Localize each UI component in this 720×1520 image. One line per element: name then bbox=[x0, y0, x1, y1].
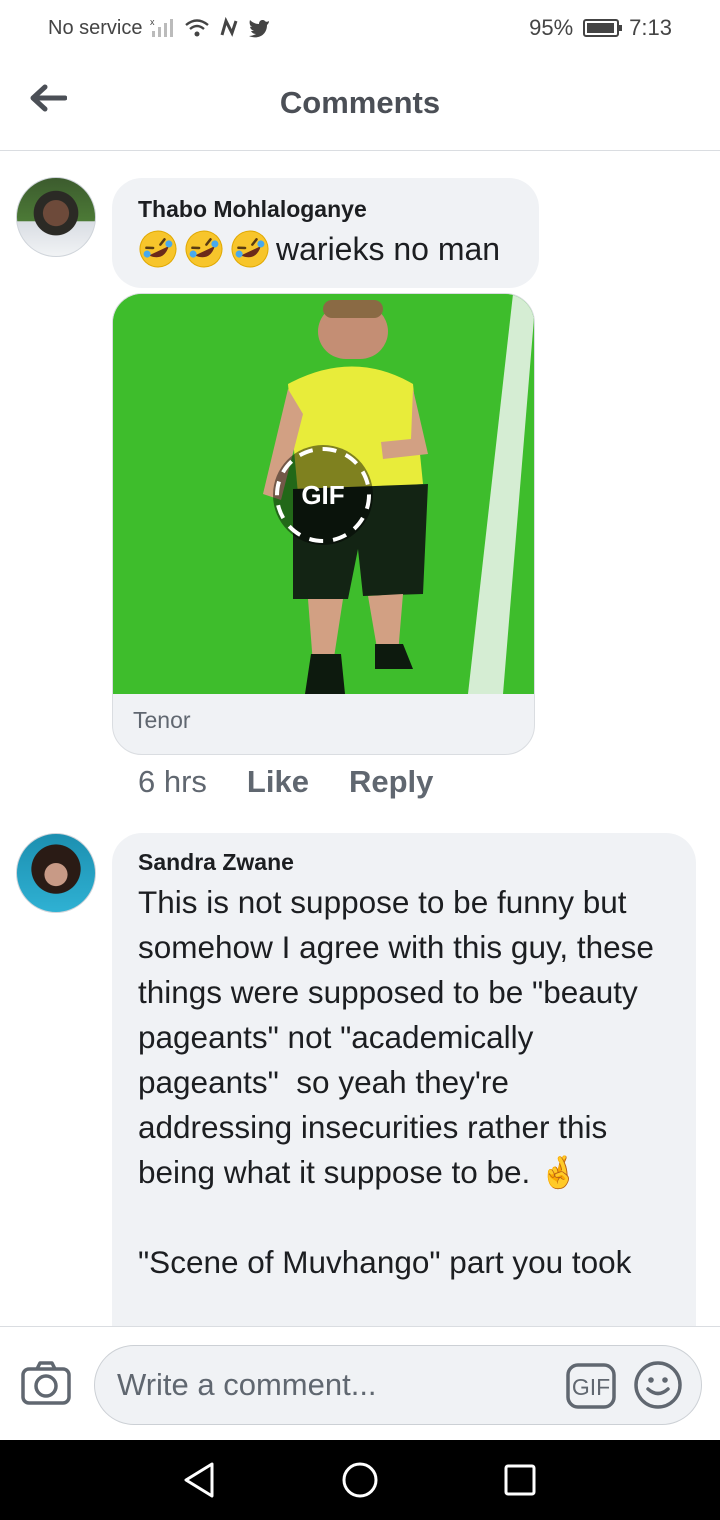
status-right: 95% 7:13 bbox=[529, 15, 672, 41]
back-button[interactable] bbox=[28, 78, 68, 118]
comment-text: warieks no man bbox=[276, 230, 501, 267]
comment-author[interactable]: Thabo Mohlaloganye bbox=[138, 196, 513, 223]
arrow-left-icon bbox=[30, 84, 67, 112]
nav-recents-button[interactable] bbox=[498, 1458, 542, 1502]
nav-back-button[interactable] bbox=[178, 1458, 222, 1502]
clock: 7:13 bbox=[629, 15, 672, 40]
gif-source[interactable]: Tenor bbox=[133, 707, 191, 734]
comment-input-placeholder: Write a comment... bbox=[117, 1367, 377, 1402]
comment-time[interactable]: 6 hrs bbox=[138, 764, 207, 800]
gif-play-badge[interactable]: GIF bbox=[273, 445, 373, 545]
comment-input[interactable]: Write a comment... GIF bbox=[94, 1345, 702, 1425]
emoji-button[interactable] bbox=[633, 1360, 683, 1410]
nav-home-button[interactable] bbox=[338, 1458, 382, 1502]
svg-text:x: x bbox=[150, 17, 155, 27]
comment-actions: 6 hrs Like Reply bbox=[138, 764, 433, 800]
battery-fill bbox=[587, 23, 614, 33]
reply-button[interactable]: Reply bbox=[349, 764, 433, 800]
laughing-emoji-icon bbox=[185, 230, 223, 268]
carrier-text: No service bbox=[48, 16, 143, 39]
avatar[interactable] bbox=[16, 177, 96, 257]
wifi-icon bbox=[185, 19, 210, 37]
gif-button-label: GIF bbox=[572, 1374, 610, 1400]
gif-icon: GIF bbox=[566, 1363, 616, 1409]
gif-image[interactable]: GIF bbox=[113, 294, 534, 694]
triangle-back-icon bbox=[184, 1462, 214, 1498]
status-left: No service x bbox=[48, 17, 270, 40]
battery-percent: 95% bbox=[529, 15, 574, 40]
laughing-emoji-icon bbox=[231, 230, 269, 268]
page-title: Comments bbox=[279, 85, 441, 120]
avatar[interactable] bbox=[16, 833, 96, 913]
like-button[interactable]: Like bbox=[247, 764, 309, 800]
battery-icon bbox=[583, 19, 623, 37]
comment-composer: Write a comment... GIF bbox=[0, 1326, 720, 1440]
camera-button[interactable] bbox=[20, 1358, 72, 1410]
camera-icon bbox=[21, 1361, 71, 1405]
smiley-icon bbox=[634, 1361, 682, 1409]
gif-button[interactable]: GIF bbox=[565, 1362, 617, 1410]
twitter-icon bbox=[249, 20, 270, 38]
square-recents-icon bbox=[504, 1464, 536, 1496]
signal-icon: x bbox=[150, 17, 174, 37]
status-bar: No service x 95% 7:13 bbox=[0, 0, 720, 56]
comment-body: warieks no man bbox=[138, 229, 513, 269]
navigation-bar bbox=[0, 1440, 720, 1520]
circle-home-icon bbox=[342, 1462, 378, 1498]
comment-author[interactable]: Sandra Zwane bbox=[138, 849, 670, 876]
gif-badge-label: GIF bbox=[301, 479, 345, 510]
laughing-emoji-icon bbox=[139, 230, 177, 268]
gif-attachment[interactable]: GIF Tenor bbox=[112, 293, 535, 755]
comment-text: This is not suppose to be funny but some… bbox=[138, 884, 654, 1280]
header: Comments bbox=[0, 56, 720, 151]
comments-list[interactable]: Thabo Mohlaloganye warieks no man GIF Te… bbox=[0, 152, 720, 1326]
comment-bubble[interactable]: Sandra Zwane This is not suppose to be f… bbox=[112, 833, 696, 1326]
nfc-icon bbox=[221, 17, 238, 37]
comment-bubble[interactable]: Thabo Mohlaloganye warieks no man bbox=[112, 178, 539, 288]
